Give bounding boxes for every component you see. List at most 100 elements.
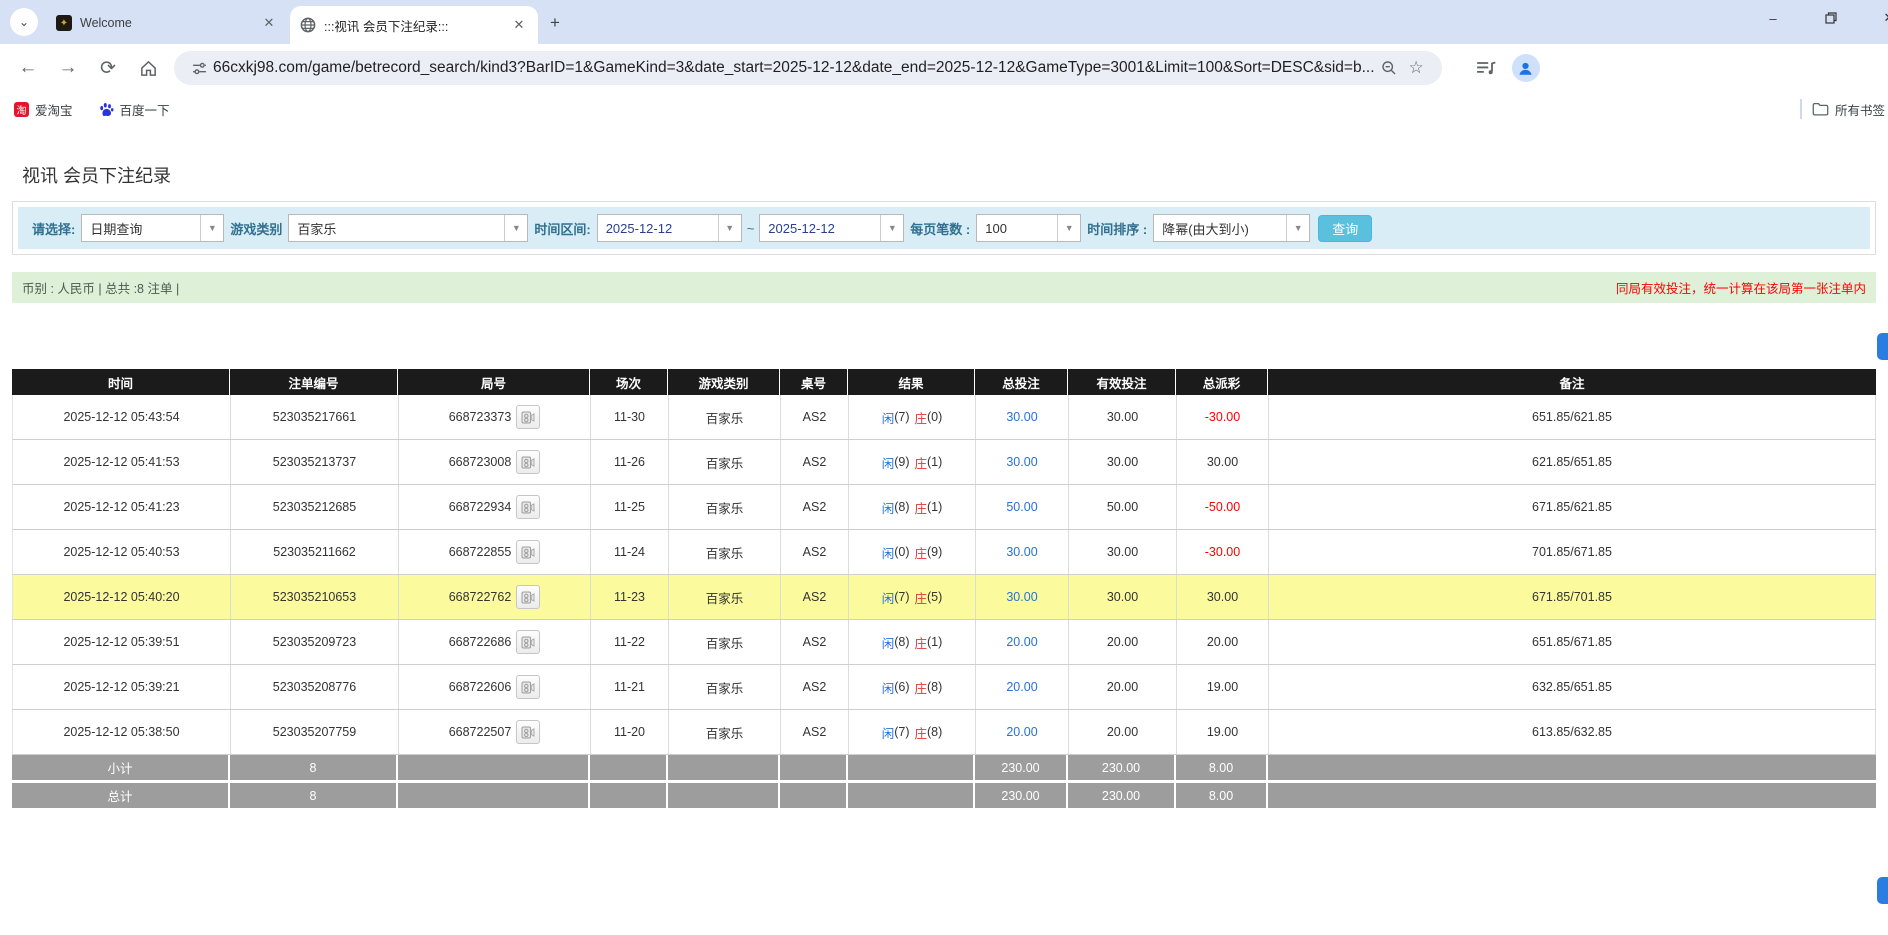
table-row[interactable]: 2025-12-12 05:41:53523035213737668723008…: [12, 440, 1876, 485]
bookmark-star-icon[interactable]: ☆: [1409, 58, 1424, 78]
video-replay-button[interactable]: [516, 675, 540, 699]
total-payout: -50.00: [1177, 485, 1269, 529]
valid-bet: 50.00: [1069, 485, 1177, 529]
round-cell: 668722934: [399, 485, 591, 529]
date-end-select[interactable]: 2025-12-12 ▼: [759, 214, 904, 242]
table-row[interactable]: 2025-12-12 05:39:21523035208776668722606…: [12, 665, 1876, 710]
restore-button[interactable]: [1802, 0, 1860, 36]
baidu-paw-icon: [99, 102, 114, 117]
forward-icon[interactable]: →: [52, 52, 84, 84]
taobao-icon: 淘: [14, 102, 29, 117]
per-page-label: 每页笔数 :: [910, 219, 970, 238]
bet-time: 2025-12-12 05:43:54: [13, 395, 231, 439]
note: 621.85/651.85: [1269, 440, 1876, 484]
summary-empty: [590, 755, 668, 780]
query-type-select[interactable]: 日期查询 ▼: [81, 214, 224, 242]
bookmark-label: 百度一下: [120, 100, 170, 119]
note: 671.85/701.85: [1269, 575, 1876, 619]
video-replay-button[interactable]: [516, 585, 540, 609]
reload-icon[interactable]: ⟳: [92, 52, 124, 84]
notice-text: 同局有效投注，统一计算在该局第一张注单内: [1616, 278, 1866, 297]
tab-search-button[interactable]: ⌄: [10, 8, 38, 36]
banker-label: 庄: [915, 408, 928, 427]
caret-down-icon[interactable]: ▼: [1286, 215, 1309, 241]
video-replay-button[interactable]: [516, 720, 540, 744]
floating-edge-button-bottom[interactable]: [1877, 877, 1888, 904]
url-text[interactable]: 66cxkj98.com/game/betrecord_search/kind3…: [213, 59, 1375, 77]
tab-welcome[interactable]: ✦ Welcome ✕: [46, 6, 288, 40]
game-type: 百家乐: [669, 665, 781, 709]
caret-down-icon[interactable]: ▼: [1057, 215, 1080, 241]
player-label: 闲: [882, 498, 895, 517]
tab-bet-record[interactable]: :::视讯 会员下注纪录::: ✕: [290, 6, 538, 44]
player-score: (6): [894, 680, 909, 694]
column-header: 总派彩: [1176, 369, 1268, 395]
close-tab-icon[interactable]: ✕: [510, 16, 528, 34]
game-type: 百家乐: [669, 485, 781, 529]
video-replay-button[interactable]: [516, 630, 540, 654]
video-replay-button[interactable]: [516, 540, 540, 564]
bookmark-baidu[interactable]: 百度一下: [99, 100, 170, 119]
folder-icon: [1812, 102, 1829, 116]
site-settings-icon[interactable]: [192, 61, 207, 76]
bet-id: 523035208776: [231, 665, 399, 709]
caret-down-icon[interactable]: ▼: [200, 215, 223, 241]
new-tab-button[interactable]: +: [544, 12, 566, 34]
session: 11-25: [591, 485, 669, 529]
table-number: AS2: [781, 485, 849, 529]
table-row[interactable]: 2025-12-12 05:40:20523035210653668722762…: [12, 575, 1876, 620]
minimize-button[interactable]: –: [1744, 0, 1802, 36]
video-replay-button[interactable]: [516, 495, 540, 519]
table-number: AS2: [781, 395, 849, 439]
per-page-select[interactable]: 100 ▼: [976, 214, 1081, 242]
summary-empty: [1268, 783, 1876, 808]
column-header: 场次: [590, 369, 668, 395]
query-type-value: 日期查询: [82, 215, 200, 241]
caret-down-icon[interactable]: ▼: [880, 215, 903, 241]
date-start-value: 2025-12-12: [598, 215, 718, 241]
video-replay-button[interactable]: [516, 450, 540, 474]
table-row[interactable]: 2025-12-12 05:39:51523035209723668722686…: [12, 620, 1876, 665]
page-content: 视讯 会员下注纪录 请选择: 日期查询 ▼ 游戏类别 百家乐 ▼ 时间区间: 2…: [0, 162, 1888, 811]
round-cell: 668722507: [399, 710, 591, 754]
zoom-out-icon[interactable]: [1381, 60, 1397, 76]
table-number: AS2: [781, 710, 849, 754]
video-replay-button[interactable]: [516, 405, 540, 429]
currency-summary: 币别 : 人民币 | 总共 :8 注单 |: [22, 278, 179, 297]
caret-down-icon[interactable]: ▼: [504, 215, 527, 241]
address-bar[interactable]: 66cxkj98.com/game/betrecord_search/kind3…: [174, 51, 1442, 85]
note: 671.85/621.85: [1269, 485, 1876, 529]
caret-down-icon[interactable]: ▼: [718, 215, 741, 241]
profile-avatar[interactable]: [1512, 54, 1540, 82]
banker-label: 庄: [915, 723, 928, 742]
search-button[interactable]: 查询: [1318, 215, 1372, 242]
back-icon[interactable]: ←: [12, 52, 44, 84]
tilde-separator: ~: [747, 221, 755, 236]
game-type-select[interactable]: 百家乐 ▼: [288, 214, 528, 242]
close-tab-icon[interactable]: ✕: [260, 14, 278, 32]
all-bookmarks-label: 所有书签: [1835, 100, 1885, 119]
valid-bet: 20.00: [1069, 710, 1177, 754]
close-window-button[interactable]: ✕: [1860, 0, 1888, 36]
media-controls-icon[interactable]: [1476, 60, 1496, 76]
sort-select[interactable]: 降幂(由大到小) ▼: [1153, 214, 1310, 242]
date-start-select[interactable]: 2025-12-12 ▼: [597, 214, 742, 242]
home-icon[interactable]: [132, 52, 164, 84]
all-bookmarks[interactable]: 所有书签: [1800, 92, 1888, 126]
table-row[interactable]: 2025-12-12 05:41:23523035212685668722934…: [12, 485, 1876, 530]
valid-bet: 30.00: [1069, 440, 1177, 484]
table-number: AS2: [781, 440, 849, 484]
table-row[interactable]: 2025-12-12 05:43:54523035217661668723373…: [12, 395, 1876, 440]
player-score: (7): [894, 590, 909, 604]
summary-label: 小计: [12, 755, 230, 780]
table-row[interactable]: 2025-12-12 05:38:50523035207759668722507…: [12, 710, 1876, 755]
table-row[interactable]: 2025-12-12 05:40:53523035211662668722855…: [12, 530, 1876, 575]
bookmarks-bar: 淘 爱淘宝 百度一下 所有书签: [0, 92, 1888, 126]
bookmark-aitaobao[interactable]: 淘 爱淘宝: [14, 100, 73, 119]
player-score: (9): [894, 455, 909, 469]
summary-payout: 8.00: [1176, 783, 1268, 808]
bet-time: 2025-12-12 05:40:53: [13, 530, 231, 574]
floating-edge-button-top[interactable]: [1877, 333, 1888, 360]
round-number: 668722606: [449, 680, 512, 694]
globe-icon: [300, 17, 316, 33]
